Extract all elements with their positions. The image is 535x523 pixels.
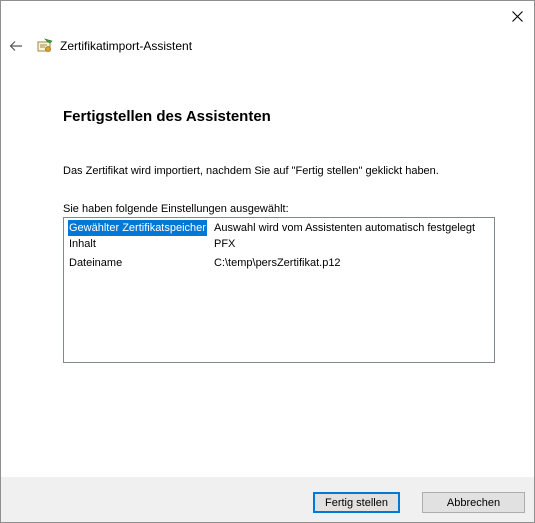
back-arrow-icon <box>9 41 22 51</box>
window-title: Zertifikatimport-Assistent <box>60 39 193 53</box>
page-heading: Fertigstellen des Assistenten <box>63 108 271 125</box>
close-button[interactable] <box>500 1 534 31</box>
info-text: Das Zertifikat wird importiert, nachdem … <box>63 165 439 177</box>
settings-value: C:\temp\persZertifikat.p12 <box>214 257 341 269</box>
settings-label: Sie haben folgende Einstellungen ausgewä… <box>63 203 289 215</box>
settings-key: Inhalt <box>69 238 96 250</box>
back-button[interactable] <box>7 37 25 55</box>
settings-value: PFX <box>214 238 236 250</box>
cancel-button[interactable]: Abbrechen <box>422 492 525 513</box>
close-icon <box>511 10 523 22</box>
settings-key: Dateiname <box>69 257 123 269</box>
settings-value: Auswahl wird vom Assistenten automatisch… <box>214 222 476 234</box>
finish-button[interactable]: Fertig stellen <box>313 492 400 513</box>
wizard-window: Zertifikatimport-Assistent Fertigstellen… <box>0 0 535 523</box>
certificate-icon <box>37 38 53 52</box>
settings-list[interactable]: Gewählter Zertifikatspeicher Auswahl wir… <box>63 217 495 363</box>
settings-key: Gewählter Zertifikatspeicher <box>68 220 207 236</box>
